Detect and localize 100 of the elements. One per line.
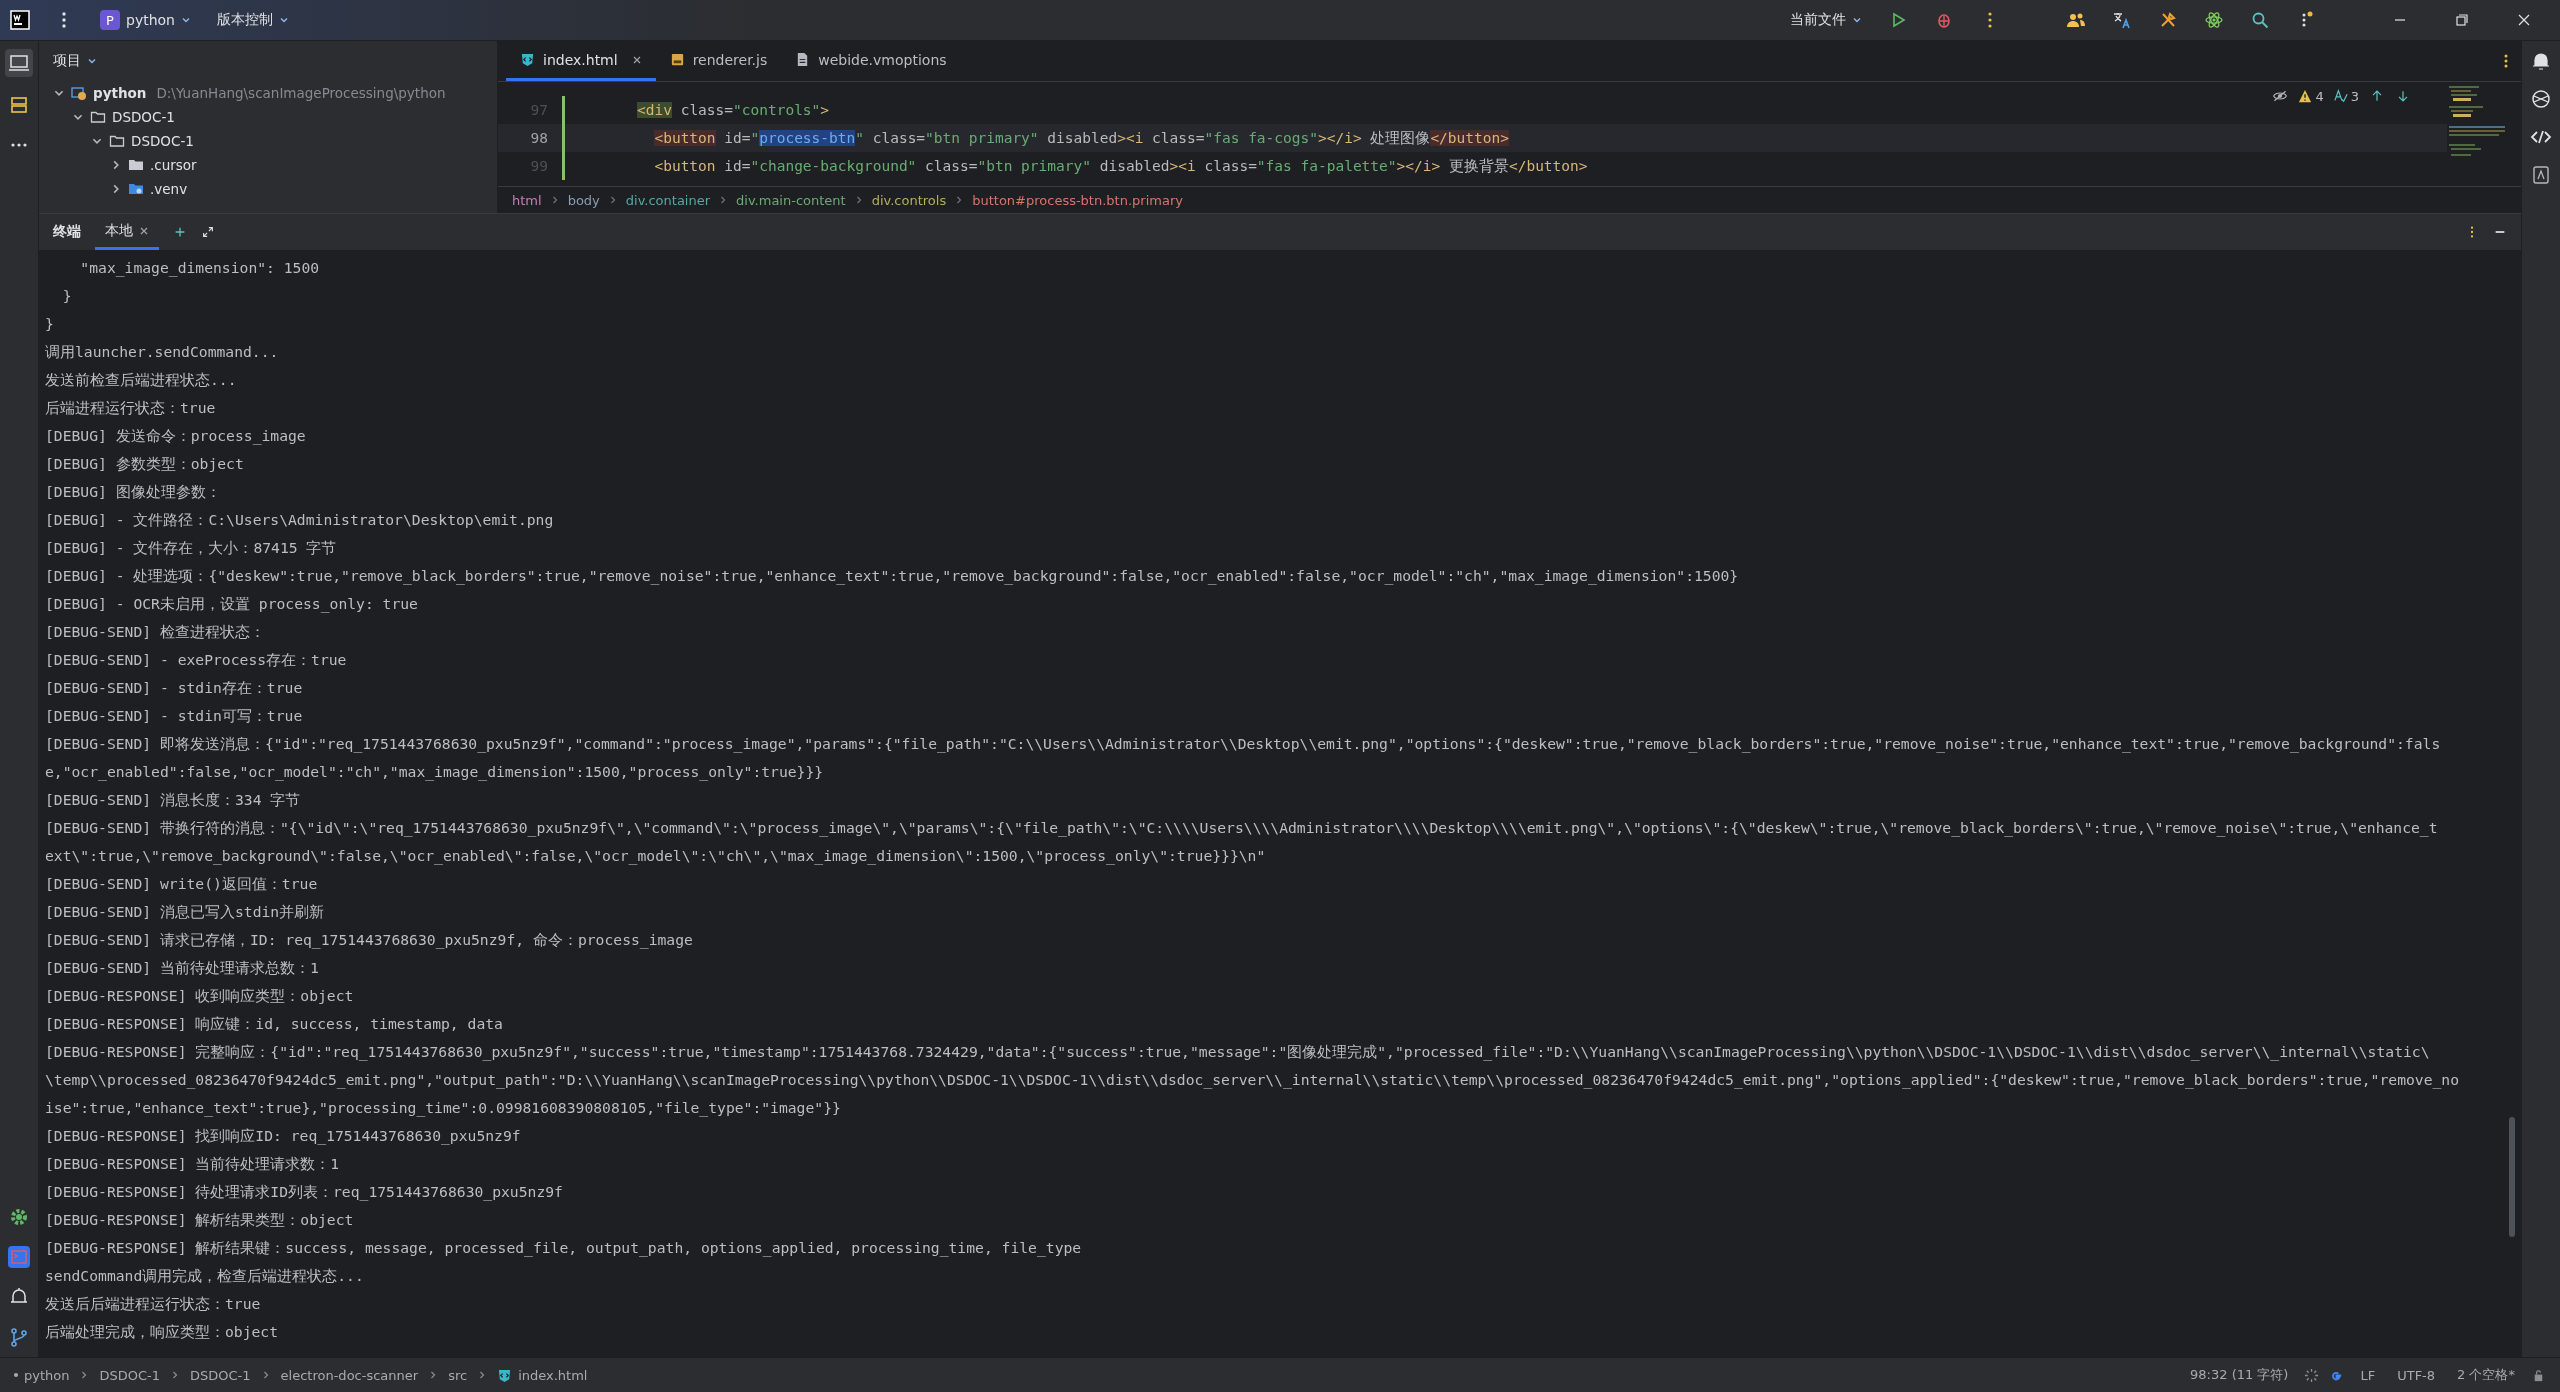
terminal-line: "max_image_dimension": 1500 (79, 258, 321, 279)
terminal-tab[interactable]: 本地 (95, 214, 159, 250)
file-encoding[interactable]: UTF-8 (2397, 1367, 2436, 1383)
terminal-line: [DEBUG-RESPONSE] 当前待处理请求数：1 (45, 1154, 341, 1174)
terminal-line: [DEBUG-RESPONSE] 解析结果键：success, message, processed_file, output_path, options_applied, processing_time, file_type (45, 1238, 1083, 1259)
close-icon[interactable] (139, 225, 149, 236)
path-segment[interactable]: DSDOC-1 (99, 1367, 161, 1383)
add-icon[interactable] (173, 225, 187, 239)
terminal-line: [DEBUG] - OCR未启用，设置 process_only: true (45, 594, 419, 615)
line-separator[interactable]: LF (2360, 1367, 2376, 1383)
terminal-icon[interactable] (7, 1245, 31, 1269)
tree-item-label[interactable]: .venv (150, 181, 188, 197)
run-config-selector[interactable]: 当前文件 (1782, 6, 1870, 34)
js-file-icon (669, 52, 685, 67)
folder-icon (109, 133, 125, 149)
html-file-icon (520, 52, 535, 67)
terminal-line: 发送前检查后端进程状态... (45, 370, 238, 390)
path-segment[interactable]: index.html (497, 1367, 588, 1383)
terminal-line: sendCommand调用完成，检查后端进程状态... (45, 1266, 365, 1286)
app-logo-icon[interactable] (10, 10, 30, 30)
path-segment[interactable]: DSDOC-1 (190, 1367, 251, 1383)
terminal-line: [DEBUG-SEND] 当前待处理请求总数：1 (45, 958, 320, 978)
terminal-line: [DEBUG] 参数类型：object (45, 454, 245, 474)
code-line: <button id="change-background" class="btn primary" disabled><i class="fas fa-palette"></i> 更换背景</button> (653, 156, 1588, 176)
terminal-line: [DEBUG-RESPONSE] 完整响应：{"id":"req_1751443768630_pxu5nz9f","success":true,"timestamp":1751443768.7324429,"data":{"success":true,"message":"图像处理完成","processed_file":"D:\\YuanHang\\scanImageProcessing\\python\\DSDOC-1\\DSDOC-1\\dist\\dsdoc_server\\_internal\\static\ (45, 1042, 2431, 1063)
terminal-line: [DEBUG-RESPONSE] 待处理请求ID列表：req_1751443768630_pxu5nz9f (45, 1182, 564, 1203)
terminal-line: [DEBUG-RESPONSE] 找到响应ID: req_1751443768630_pxu5nz9f (45, 1126, 522, 1147)
vcs-menu[interactable]: 版本控制 (209, 6, 297, 34)
path-segment[interactable]: python (14, 1367, 70, 1383)
terminal-line: [DEBUG] - 文件存在，大小：87415 字节 (45, 538, 338, 558)
tree-item-label[interactable]: DSDOC-1 (131, 133, 194, 149)
tree-item-label[interactable]: DSDOC-1 (112, 109, 175, 125)
project-view-icon[interactable] (5, 49, 33, 77)
translate-icon[interactable] (2112, 10, 2132, 30)
terminal-line: e,"ocr_enabled":false,"ocr_model":"ch","max_image_dimension":1500,"process_only":true}}} (45, 762, 825, 783)
cursor-position[interactable]: 98:32 (11 字符) (2190, 1366, 2289, 1384)
terminal-line: [DEBUG-SEND] 即将发送消息：{"id":"req_1751443768630_pxu5nz9f","command":"process_image","params":{"file_path":"C:\\Users\\Administrator\\Desktop\\emit.png","options":{"deskew":true,"remove_black_borders":true,"remove_noise":true,"enhance_text":true,"remove_background":fals (45, 734, 2442, 755)
terminal-line: [DEBUG-SEND] 消息已写入stdin并刷新 (45, 902, 326, 922)
terminal-line: [DEBUG-RESPONSE] 解析结果类型：object (45, 1210, 355, 1230)
python-module-icon (71, 85, 87, 101)
expand-icon[interactable] (201, 225, 215, 239)
terminal-line: } (45, 314, 55, 334)
project-selector[interactable]: P python (92, 5, 199, 35)
loading-icon (2304, 1367, 2320, 1383)
terminal-line: [DEBUG] - 文件路径：C:\Users\Administrator\Desktop\emit.png (45, 510, 555, 530)
terminal-title: 终端 (53, 223, 81, 241)
close-icon[interactable] (631, 54, 642, 65)
breadcrumb-item[interactable]: body (567, 192, 600, 208)
breadcrumb-item[interactable]: div.main-content (736, 192, 846, 208)
path-segment[interactable]: electron-doc-scanner (280, 1367, 419, 1383)
project-view-selector[interactable]: 项目 (47, 51, 103, 71)
tree-item-label[interactable]: python (93, 85, 147, 101)
chevron-down-icon (87, 56, 97, 66)
terminal-line: \temp\\processed_08236470f9424dc5_emit.png","output_path":"D:\\YuanHang\\scanImageProcessing\\python\\DSDOC-1\\DSDOC-1\\dist\\dsdoc_server\\_internal\\static\\temp\\processed_08236470f9424dc5_emit.png","options_applied":{"deskew":true,"remove_black_borders":true,"remove_no (45, 1070, 2461, 1091)
line-number: 98 (529, 130, 549, 146)
path-segment[interactable]: src (448, 1367, 468, 1383)
terminal-line: [DEBUG-SEND] 请求已存储，ID: req_1751443768630_pxu5nz9f, 命令：process_image (45, 930, 694, 951)
terminal-line: [DEBUG-SEND] - stdin存在：true (45, 678, 304, 698)
terminal-line: [DEBUG-SEND] 消息长度：334 字节 (45, 790, 302, 810)
chevron-down-icon (181, 15, 191, 25)
terminal-line: [DEBUG] - 处理选项：{"deskew":true,"remove_black_borders":true,"remove_noise":true,"enhance_text":true,"remove_background":false,"ocr_enabled":false,"ocr_model":"ch","max_image_dimension":1500} (45, 566, 1740, 587)
terminal-line: [DEBUG-RESPONSE] 收到响应类型：object (45, 986, 355, 1006)
indent-setting[interactable]: 2 个空格* (2457, 1366, 2515, 1384)
breadcrumb-item[interactable]: div.controls (871, 192, 947, 208)
terminal-line: ext\":true,\"remove_background\":false,\"ocr_enabled\":false,\"ocr_model\":\"ch\",\"max_image_dimension\":1500,\"process_only\":true}}}\n" (45, 846, 1267, 867)
html-file-icon (497, 1367, 513, 1383)
module-dot-icon (14, 1373, 18, 1377)
atom-icon[interactable] (2204, 10, 2224, 30)
breadcrumb-item[interactable]: button#process-btn.btn.primary (972, 192, 1183, 208)
terminal-line: [DEBUG-SEND] 检查进程状态： (45, 622, 266, 642)
terminal-line: [DEBUG-RESPONSE] 响应键：id, success, timestamp, data (45, 1014, 504, 1034)
folder-icon (128, 157, 144, 173)
editor-tab[interactable]: renderer.js (655, 41, 782, 81)
chevron-down-icon (279, 15, 289, 25)
terminal-line: [DEBUG-SEND] - stdin可写：true (45, 706, 304, 726)
code-line: <div class="controls"> (637, 102, 830, 118)
terminal-line: 调用launcher.sendCommand... (45, 342, 280, 362)
terminal-line: [DEBUG-SEND] write()返回值：true (45, 874, 319, 894)
tree-item-label[interactable]: .cursor (150, 157, 197, 173)
terminal-line: [DEBUG] 发送命令：process_image (45, 426, 307, 447)
code-line: <button id="process-btn" class="btn primary" disabled><i class="fas fa-cogs"></i> 处理图像</button> (653, 128, 1509, 148)
breadcrumb-item[interactable]: div.container (625, 192, 711, 208)
terminal-line: 后端处理完成，响应类型：object (45, 1322, 280, 1342)
scrollbar-thumb[interactable] (2509, 1117, 2515, 1237)
terminal-line: ise":true,"enhance_text":true},"processing_time":0.09981608390808105,"file_type":"image"}} (45, 1098, 842, 1119)
search-icon[interactable] (2250, 10, 2270, 30)
folder-icon (128, 181, 144, 197)
terminal-line: 发送后后端进程运行状态：true (45, 1294, 262, 1314)
folder-icon (90, 109, 106, 125)
terminal-line: [DEBUG-SEND] - exeProcess存在：true (45, 650, 348, 670)
chevron-down-icon (1852, 15, 1862, 25)
tree-item-path: D:\YuanHang\scanImageProcessing\python (156, 85, 446, 101)
warning-count[interactable]: 4 (2298, 88, 2324, 104)
editor-tab[interactable]: webide.vmoptions (781, 41, 961, 81)
typo-count[interactable]: 3 (2333, 88, 2359, 104)
editor-tab[interactable]: index.html (506, 41, 656, 81)
hidden-eye-icon[interactable] (2272, 88, 2289, 104)
terminal-line: 后端进程运行状态：true (45, 398, 217, 418)
terminal-line: } (61, 286, 73, 306)
breadcrumb-item[interactable]: html (512, 192, 542, 208)
